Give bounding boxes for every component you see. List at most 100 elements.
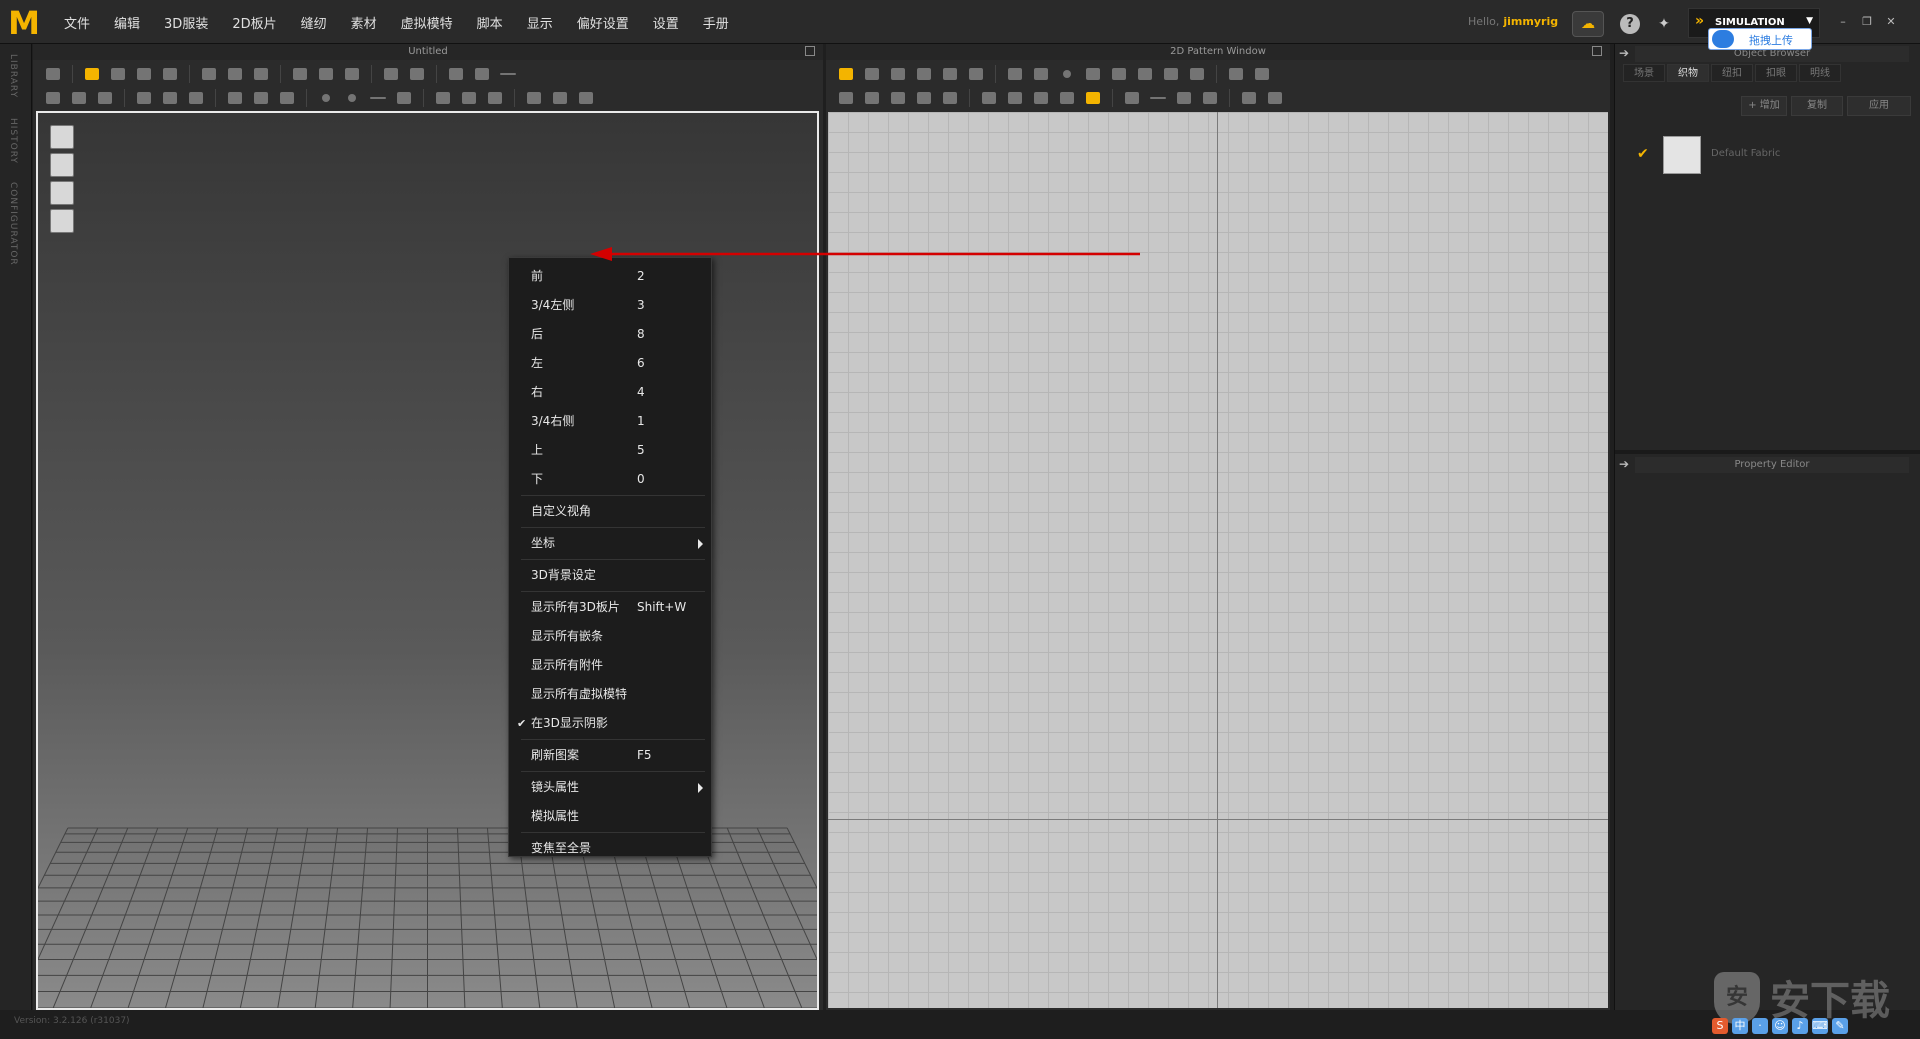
panel-divider[interactable] (1615, 450, 1920, 454)
2d-grain-icon[interactable] (1083, 89, 1103, 107)
menu-3d-garment[interactable]: 3D服装 (152, 13, 220, 32)
menu-display[interactable]: 显示 (515, 13, 565, 32)
buttonhole-icon[interactable] (342, 89, 362, 107)
copy-fabric-button[interactable]: 复制 (1791, 96, 1843, 116)
2d-pin-icon[interactable] (1031, 89, 1051, 107)
shrink-icon[interactable] (160, 89, 180, 107)
pants-icon[interactable] (407, 65, 427, 83)
lasso-icon[interactable] (472, 65, 492, 83)
menu-preferences[interactable]: 偏好设置 (565, 13, 641, 32)
pleat-icon[interactable] (1226, 65, 1246, 83)
2d-curve-topstitch-icon[interactable] (1174, 89, 1194, 107)
menu-avatar[interactable]: 虚拟模特 (389, 13, 465, 32)
fold-icon[interactable] (225, 65, 245, 83)
menu-view-3-4-right[interactable]: 3/4右侧 1 (509, 407, 711, 436)
minimize-icon[interactable]: – (1834, 14, 1852, 30)
texture-view-icon[interactable] (50, 181, 74, 205)
menu-2d-pattern[interactable]: 2D板片 (220, 13, 288, 32)
menu-edit[interactable]: 编辑 (102, 13, 152, 32)
voice-icon[interactable]: ♪ (1792, 1018, 1808, 1034)
module-icon[interactable]: ✦ (1652, 12, 1676, 36)
tab-scene[interactable]: 场景 (1623, 64, 1665, 82)
menu-manual[interactable]: 手册 (691, 13, 741, 32)
popout-icon[interactable] (1592, 46, 1602, 56)
circle-icon[interactable] (1057, 65, 1077, 83)
2d-graphic-icon[interactable] (1265, 89, 1285, 107)
sogou-icon[interactable]: S (1712, 1018, 1728, 1034)
tab-fabric[interactable]: 织物 (1667, 64, 1709, 82)
collapse-arrow-icon[interactable]: ➔ (1619, 47, 1631, 59)
avatar-pose-icon[interactable] (43, 89, 63, 107)
2d-stitch-icon[interactable] (1057, 89, 1077, 107)
2d-topstitch-icon[interactable] (1148, 89, 1168, 107)
internal-rectangle-icon[interactable] (1109, 65, 1129, 83)
dart-icon[interactable] (1161, 65, 1181, 83)
2d-texture-icon[interactable] (1239, 89, 1259, 107)
pin-icon[interactable] (342, 65, 362, 83)
cloud-sync-icon[interactable]: ☁ (1572, 11, 1604, 37)
segment-sewing-icon[interactable] (836, 89, 856, 107)
edit-pattern-icon[interactable] (134, 65, 154, 83)
skin-icon[interactable]: ✎ (1832, 1018, 1848, 1034)
menu-view-right[interactable]: 右4 (509, 378, 711, 407)
2d-tack-icon[interactable] (1005, 89, 1025, 107)
2d-edit-point-icon[interactable] (862, 65, 882, 83)
edit-sewing-icon[interactable] (914, 89, 934, 107)
2d-add-point-icon[interactable] (940, 65, 960, 83)
tab-buttonhole[interactable]: 扣眼 (1755, 64, 1797, 82)
chinese-mode-icon[interactable]: 中 (1732, 1018, 1748, 1034)
polygon-icon[interactable] (1005, 65, 1025, 83)
tshirt-icon[interactable] (550, 89, 570, 107)
2d-edit-curve-icon[interactable] (888, 65, 908, 83)
menu-settings[interactable]: 设置 (641, 13, 691, 32)
menu-camera-properties[interactable]: 镜头属性 (509, 773, 711, 802)
history-tab[interactable]: HISTORY (8, 118, 18, 164)
menu-simulation-properties[interactable]: 模拟属性 (509, 802, 711, 831)
fold-line-icon[interactable] (485, 89, 505, 107)
menu-script[interactable]: 脚本 (465, 13, 515, 32)
close-icon[interactable]: ✕ (1882, 14, 1900, 30)
ruler-icon[interactable] (498, 65, 518, 83)
check-sewing-icon[interactable] (940, 89, 960, 107)
menu-show-all-trims[interactable]: 显示所有附件 (509, 651, 711, 680)
fabric-list-item[interactable]: ✔ Default Fabric (1615, 128, 1920, 184)
select-box-icon[interactable] (108, 65, 128, 83)
configurator-tab[interactable]: CONFIGURATOR (8, 182, 18, 266)
tack-icon[interactable] (316, 65, 336, 83)
internal-circle-icon[interactable] (1135, 65, 1155, 83)
popout-icon[interactable] (805, 46, 815, 56)
restore-icon[interactable]: ❐ (1858, 14, 1876, 30)
rectangle-icon[interactable] (1031, 65, 1051, 83)
puckering-icon[interactable] (251, 89, 271, 107)
menu-show-all-avatars[interactable]: 显示所有虚拟模特 (509, 680, 711, 709)
m-n-sewing-icon[interactable] (888, 89, 908, 107)
2d-segment-icon[interactable] (966, 65, 986, 83)
trace-icon[interactable] (1187, 65, 1207, 83)
help-icon[interactable]: ? (1620, 14, 1640, 34)
2d-measure-icon[interactable] (1122, 89, 1142, 107)
bag-icon[interactable] (433, 89, 453, 107)
pen-icon[interactable] (199, 65, 219, 83)
edit-curve-icon[interactable] (160, 65, 180, 83)
menu-view-back[interactable]: 后8 (509, 320, 711, 349)
upload-badge[interactable]: 拖拽上传 (1708, 28, 1812, 50)
sewing-icon[interactable] (290, 65, 310, 83)
menu-3d-background[interactable]: 3D背景设定 (509, 561, 711, 590)
username[interactable]: jimmyrig (1503, 15, 1558, 28)
add-fabric-button[interactable]: + 增加 (1741, 96, 1787, 116)
shirt-icon[interactable] (381, 65, 401, 83)
flat-icon[interactable] (459, 89, 479, 107)
stitch-icon[interactable] (277, 89, 297, 107)
show-avatar-icon[interactable] (50, 153, 74, 177)
emoji-icon[interactable]: ☺ (1772, 1018, 1788, 1034)
menu-coordinates[interactable]: 坐标 (509, 529, 711, 558)
menu-view-top[interactable]: 上5 (509, 436, 711, 465)
fabric-edit-icon[interactable] (225, 89, 245, 107)
menu-custom-view[interactable]: 自定义视角 (509, 497, 711, 526)
punctuation-icon[interactable]: · (1752, 1018, 1768, 1034)
menu-view-bottom[interactable]: 下0 (509, 465, 711, 494)
fit-icon[interactable] (95, 89, 115, 107)
select-move-icon[interactable] (43, 65, 63, 83)
apply-fabric-button[interactable]: 应用 (1847, 96, 1911, 116)
menu-show-all-pipings[interactable]: 显示所有嵌条 (509, 622, 711, 651)
